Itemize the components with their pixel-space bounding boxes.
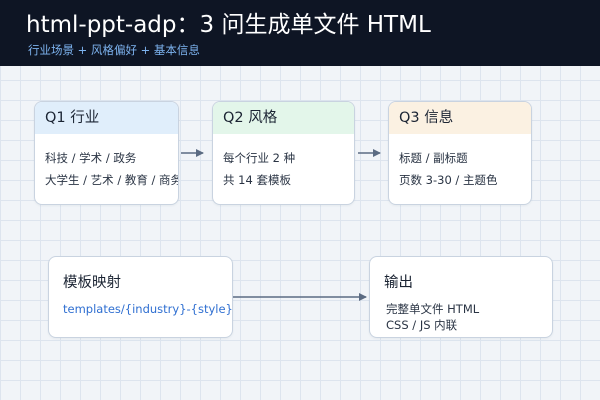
template-mapping-card: 模板映射 templates/{industry}-{style}.html [48, 256, 233, 338]
q1-card-header: Q1 行业 [35, 102, 178, 134]
output-line: CSS / JS 内联 [386, 318, 458, 332]
q3-card-header: Q3 信息 [389, 102, 531, 134]
q1-card: Q1 行业 科技 / 学术 / 政务 大学生 / 艺术 / 教育 / 商务 [34, 101, 179, 205]
q3-card: Q3 信息 标题 / 副标题 页数 3-30 / 主题色 [388, 101, 532, 205]
q2-card-header: Q2 风格 [213, 102, 354, 134]
mapping-title: 模板映射 [63, 275, 121, 291]
q2-card-line: 每个行业 2 种 [223, 151, 296, 165]
header-banner: html-ppt-adp：3 问生成单文件 HTML 行业场景 + 风格偏好 +… [0, 0, 600, 66]
q3-card-line: 页数 3-30 / 主题色 [399, 173, 498, 187]
page-title: html-ppt-adp：3 问生成单文件 HTML [26, 12, 431, 38]
q1-card-line: 科技 / 学术 / 政务 [45, 151, 137, 165]
template-path-text: templates/{industry}-{style}.html [63, 302, 233, 316]
q3-card-line: 标题 / 副标题 [399, 151, 468, 165]
output-title: 输出 [384, 275, 413, 291]
output-line: 完整单文件 HTML [386, 302, 480, 316]
output-card: 输出 完整单文件 HTML CSS / JS 内联 [369, 256, 553, 338]
q1-card-line: 大学生 / 艺术 / 教育 / 商务 [45, 173, 179, 187]
page-subtitle: 行业场景 + 风格偏好 + 基本信息 [28, 43, 200, 57]
q2-card-line: 共 14 套模板 [223, 173, 291, 187]
q2-card: Q2 风格 每个行业 2 种 共 14 套模板 [212, 101, 355, 205]
